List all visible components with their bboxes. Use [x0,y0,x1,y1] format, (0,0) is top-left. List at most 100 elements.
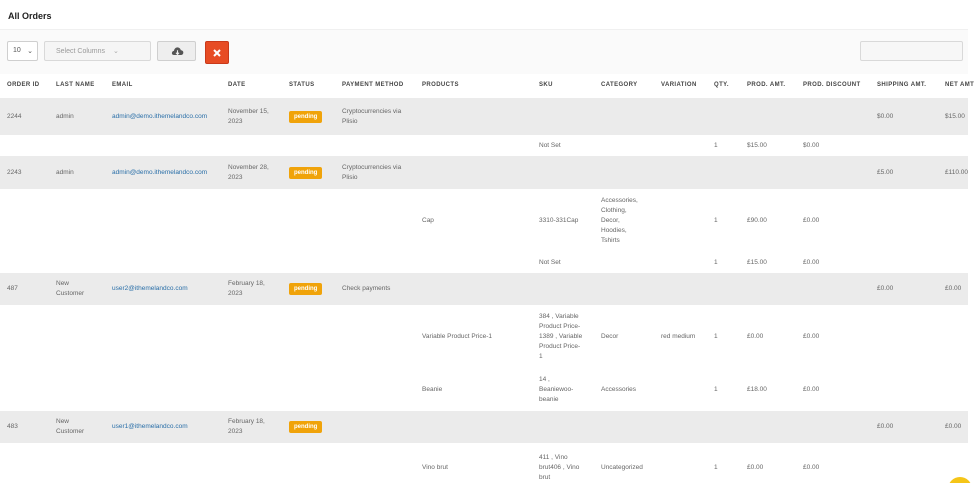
chevron-down-icon: ⌄ [112,48,119,55]
cell-line: $15.00 [945,113,965,120]
cell-line: Product Price- [539,343,581,350]
cell-line: 1 [714,259,718,266]
cell-date: November 28, 2023 [228,163,269,183]
cell-line: £0.00 [803,333,820,340]
column-header-last-name[interactable]: LAST NAME [56,82,95,88]
select-columns-dropdown[interactable]: Select Columns ⌄ [44,41,151,61]
cell-line: Cryptocurrencies via [342,164,402,171]
column-header-shipping-amt[interactable]: SHIPPING AMT. [877,82,926,88]
cell-line: 1 [714,464,718,471]
cell-email[interactable]: admin@demo.ithemelandco.com [112,168,207,178]
cell-line: Cryptocurrencies via [342,108,402,115]
cell-line: Customer [56,428,85,435]
column-header-qty[interactable]: QTY. [714,82,729,88]
cell-prod-discount: £0.00 [803,385,819,395]
cell-line: 2243 [7,169,22,176]
cell-line: £0.00 [747,333,764,340]
status-badge: pending [289,283,323,295]
order-item-row: Variable Product Price-1 384 , Variable Pr… [0,305,968,369]
cell-line: New [56,418,70,425]
cell-email[interactable]: admin@demo.ithemelandco.com [112,112,207,122]
cell-order-id: 487 [7,284,18,294]
cell-email[interactable]: user2@ithemelandco.com [112,284,188,294]
cell-line: Variable Product Price-1 [422,333,492,340]
column-header-prod-amt[interactable]: PROD. AMT. [747,82,785,88]
cell-sku: 411 , Vino brut406 , Vino brut [539,453,579,483]
cell-qty: 1 [714,332,718,342]
cell-products: Vino brut [422,463,448,473]
cell-line: Accessories, [601,197,638,204]
cell-line: £0.00 [945,423,962,430]
column-header-sku[interactable]: SKU [539,82,553,88]
cell-line: 3310-331Cap [539,217,579,224]
cell-sku: 3310-331Cap [539,216,578,226]
cell-order-id: 2244 [7,112,21,122]
cell-line: 1 [714,386,718,393]
cell-products: Cap [422,216,434,226]
cell-line: $15.00 [747,142,767,149]
cell-last-name: New Customer [56,417,84,437]
cell-sku: Not Set [539,258,561,268]
cell-line: Beaniewoo- [539,386,574,393]
cell-line: £0.00 [803,464,820,471]
orders-page: All Orders 10 ⌄ Select Columns ⌄ ORDER I… [0,0,977,483]
column-header-status[interactable]: STATUS [289,82,315,88]
page-size-select[interactable]: 10 ⌄ [7,41,38,61]
cell-line: brut [539,474,551,481]
cell-line: Customer [56,290,85,297]
cell-prod-amt: £0.00 [747,332,763,342]
page-size-value: 10 [13,47,21,54]
cell-line: Accessories [601,386,637,393]
order-row: 2244 admin admin@demo.ithemelandco.com Nove… [0,98,968,135]
column-header-email[interactable]: EMAIL [112,82,133,88]
cell-line: red medium [661,333,696,340]
cell-net-amt: $15.00 [945,112,965,122]
cell-prod-discount: £0.00 [803,216,819,226]
cell-prod-amt: £15.00 [747,258,767,268]
cell-line: Vino brut [422,464,448,471]
cell-payment-method: Cryptocurrencies via Plisio [342,107,401,127]
cell-prod-discount: £0.00 [803,258,819,268]
order-item-row: Cap 3310-331Cap Accessories, Clothing, Decor… [0,189,968,252]
cell-line: 2023 [228,118,243,125]
cell-net-amt: £0.00 [945,422,961,432]
column-header-category[interactable]: CATEGORY [601,82,638,88]
cell-line: Not Set [539,142,561,149]
column-header-order-id[interactable]: ORDER ID [7,82,40,88]
cell-net-amt: £110.00 [945,168,968,178]
cell-email[interactable]: user1@ithemelandco.com [112,422,188,432]
download-button[interactable] [157,41,196,61]
order-item-row: Beanie 14 , Beaniewoo-beanie Accessories 1 £1… [0,369,968,411]
column-header-payment-method[interactable]: PAYMENT METHOD [342,82,404,88]
column-header-net-amt[interactable]: NET AMT [945,82,974,88]
order-item-row: Not Set 1 £15.00 £0.00 [0,252,968,273]
cell-line: 1 [714,142,718,149]
cell-line: user1@ithemelandco.com [112,423,188,430]
search-input[interactable] [860,41,963,61]
column-header-products[interactable]: PRODUCTS [422,82,459,88]
clear-filters-button[interactable] [205,41,229,64]
cell-line: £0.00 [877,423,894,430]
select-columns-placeholder: Select Columns [56,48,106,55]
cell-order-id: 2243 [7,168,21,178]
cell-line: 483 [7,423,18,430]
cell-line: $0.00 [877,113,894,120]
cell-line: 2023 [228,174,243,181]
cell-line: 411 , Vino [539,454,568,461]
status-badge: pending [289,167,323,179]
cell-line: 14 , [539,376,550,383]
cell-line: February 18, [228,418,265,425]
cell-prod-amt: £18.00 [747,385,767,395]
column-header-date[interactable]: DATE [228,82,246,88]
cell-category: Accessories, Clothing, Decor, Hoodies, Tshir… [601,196,638,246]
cell-shipping-amt: £0.00 [877,284,893,294]
cell-line: £110.00 [945,169,969,176]
cell-prod-discount: $0.00 [803,141,819,151]
column-header-prod-discount[interactable]: PROD. DISCOUNT [803,82,861,88]
cell-line: Check payments [342,285,391,292]
column-header-variation[interactable]: VARIATION [661,82,697,88]
cell-line: admin@demo.ithemelandco.com [112,113,208,120]
cell-products: Variable Product Price-1 [422,332,492,342]
cell-line: 487 [7,285,18,292]
cell-last-name: admin [56,168,74,178]
